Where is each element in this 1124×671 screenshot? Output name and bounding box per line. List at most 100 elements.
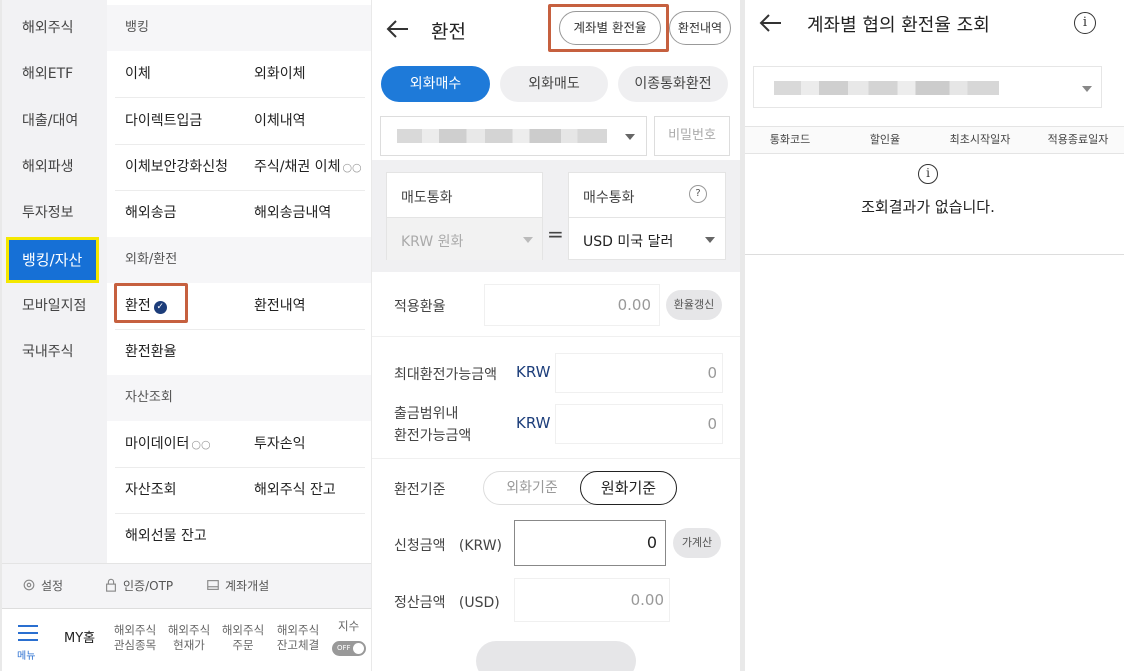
chevron-down-icon (523, 237, 533, 243)
menu-icon[interactable] (18, 625, 38, 646)
settings-button[interactable]: 설정 (22, 564, 63, 609)
account-number-blurred (774, 81, 999, 95)
tab-buy-fx[interactable]: 외화매수 (381, 66, 490, 102)
empty-result: i 조회결과가 없습니다. (745, 154, 1124, 255)
tab-cross-currency[interactable]: 이종통화환전 (618, 66, 728, 102)
menu-futures-balance[interactable]: 해외선물 잔고 (125, 513, 207, 559)
menu-investment-pnl[interactable]: 투자손익 (254, 421, 306, 467)
menu-mydata[interactable]: 마이데이터 ○○ (125, 421, 211, 467)
menu-fx-transfer[interactable]: 외화이체 (254, 51, 306, 97)
bottom-tools: 설정 인증/OTP 계좌개설 (2, 563, 371, 608)
section-header-banking: 뱅킹 (107, 5, 371, 51)
max-amount-label: 최대환전가능금액 (394, 367, 498, 383)
sell-currency-select[interactable]: KRW 원화 (387, 217, 542, 260)
tab-line: 현재가 (173, 638, 205, 652)
tab-line: 관심종목 (113, 638, 157, 652)
menu-asset-inquiry[interactable]: 자산조회 (125, 467, 177, 513)
tab-line: 해외주식 (167, 623, 211, 637)
exchange-basis-toggle: 외화기준 원화기준 (483, 471, 677, 505)
menu-overseas-remittance[interactable]: 해외송금 (125, 190, 177, 236)
chevron-down-icon (625, 134, 635, 140)
divider (372, 458, 740, 459)
menu-overseas-balance[interactable]: 해외주식 잔고 (254, 467, 336, 513)
column-discount-rate: 할인율 (869, 133, 901, 146)
request-amount-input[interactable]: 0 (514, 520, 666, 566)
sell-currency-box: 매도통화 KRW 원화 (386, 172, 543, 260)
category-mobile-branch[interactable]: 모바일지점 (2, 283, 107, 329)
page-title: 계좌별 협의 환전율 조회 (807, 15, 990, 36)
tab-balance-execution[interactable]: 해외주식 잔고체결 (273, 623, 323, 653)
cert-otp-button[interactable]: 인증/OTP (104, 564, 173, 609)
help-icon[interactable]: ? (689, 185, 707, 203)
back-arrow-icon[interactable] (759, 11, 783, 35)
column-start-date: 최초시작일자 (949, 133, 1011, 146)
category-derivatives[interactable]: 해외파생 (2, 144, 107, 190)
request-label-text: 신청금액 (394, 538, 446, 554)
account-number-blurred (397, 129, 607, 143)
withdraw-label-line: 환전가능금액 (394, 428, 472, 444)
category-banking-assets[interactable]: 뱅킹/자산 (6, 237, 99, 283)
index-toggle[interactable]: OFF (332, 641, 366, 656)
menu-exchange-history[interactable]: 환전내역 (254, 283, 306, 329)
request-amount-value: 0 (646, 533, 657, 552)
account-select[interactable] (753, 66, 1102, 108)
exchange-screen: 환전 계좌별 환전율 환전내역 외화매수 외화매도 이종통화환전 비밀번호 매도… (372, 0, 740, 671)
password-input[interactable]: 비밀번호 (654, 116, 730, 156)
category-overseas-stock[interactable]: 해외주식 (2, 5, 107, 51)
page-title: 환전 (431, 21, 466, 43)
tab-order[interactable]: 해외주식 주문 (219, 623, 267, 653)
settle-amount-value: 0.00 (630, 591, 664, 609)
tab-current-price[interactable]: 해외주식 현재가 (165, 623, 213, 653)
link-icon: ○○ (191, 438, 211, 451)
applied-rate-label: 적용환율 (394, 299, 446, 315)
basis-foreign-option[interactable]: 외화기준 (484, 472, 580, 504)
tab-sell-fx[interactable]: 외화매도 (500, 66, 608, 102)
open-account-button[interactable]: 계좌개설 (206, 564, 269, 609)
gear-icon (23, 579, 35, 591)
tab-line: 해외주식 (113, 623, 157, 637)
max-amount-value: 0 (707, 364, 717, 382)
estimate-button[interactable]: 가계산 (673, 528, 721, 558)
settle-amount-label: 정산금액 (USD) (394, 592, 500, 612)
menu-transfer[interactable]: 이체 (125, 51, 151, 97)
menu-tab-label: 메뉴 (17, 651, 36, 662)
link-icon: ○○ (342, 161, 362, 174)
menu-remittance-history[interactable]: 해외송금내역 (254, 190, 331, 236)
equals-sign: = (547, 222, 564, 246)
cert-otp-label: 인증/OTP (123, 579, 174, 593)
settle-amount-field: 0.00 (514, 578, 670, 622)
menu-direct-deposit[interactable]: 다이렉트입금 (125, 98, 202, 144)
highlight-box (548, 4, 669, 52)
category-domestic-stock[interactable]: 국내주식 (2, 329, 107, 375)
menu-transfer-history[interactable]: 이체내역 (254, 98, 306, 144)
account-icon (207, 580, 219, 590)
buy-currency-select[interactable]: USD 미국 달러 (569, 217, 725, 260)
chevron-down-icon (1082, 86, 1092, 92)
menu-label: 마이데이터 (125, 436, 190, 452)
buy-currency-label: 매수통화 (583, 190, 635, 206)
tab-line: 해외주식 (221, 623, 265, 637)
refresh-rate-button[interactable]: 환율갱신 (666, 290, 722, 320)
account-select[interactable] (380, 116, 647, 156)
exchange-history-button[interactable]: 환전내역 (669, 11, 731, 45)
request-amount-label: 신청금액 (KRW) (394, 535, 502, 555)
category-loan[interactable]: 대출/대여 (2, 98, 107, 144)
withdraw-currency: KRW (516, 414, 551, 432)
tab-watchlist[interactable]: 해외주식 관심종목 (111, 623, 159, 653)
sell-currency-value: KRW 원화 (401, 234, 464, 250)
basis-krw-option[interactable]: 원화기준 (580, 471, 677, 505)
category-list: 해외주식 해외ETF 대출/대여 해외파생 투자정보 뱅킹/자산 모바일지점 국… (2, 0, 107, 563)
category-investment-info[interactable]: 투자정보 (2, 190, 107, 236)
tab-my-home[interactable]: MY홈 (64, 631, 95, 646)
info-icon[interactable]: i (1074, 12, 1096, 34)
divider (372, 336, 740, 337)
menu-transfer-security[interactable]: 이체보안강화신청 (125, 144, 228, 190)
submit-button[interactable] (476, 641, 636, 671)
menu-exchange-rate[interactable]: 환전환율 (125, 329, 177, 375)
back-arrow-icon[interactable] (386, 17, 410, 41)
category-overseas-etf[interactable]: 해외ETF (2, 51, 107, 97)
menu-stock-bond-transfer[interactable]: 주식/채권 이체 ○○ (254, 144, 362, 190)
tab-line: 잔고체결 (276, 638, 320, 652)
sell-currency-label: 매도통화 (401, 190, 453, 206)
settle-label-text: 정산금액 (394, 595, 446, 611)
